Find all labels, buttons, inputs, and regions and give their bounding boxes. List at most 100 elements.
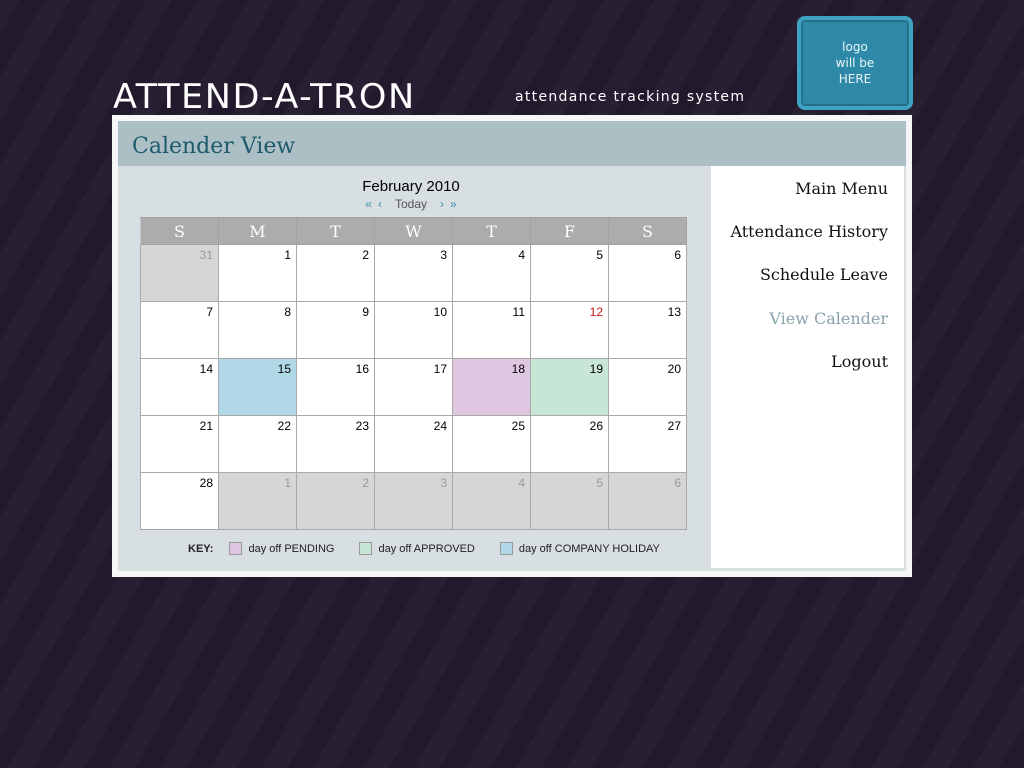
calendar-day-cell[interactable]: 28 bbox=[140, 472, 219, 530]
calendar-day-number: 6 bbox=[674, 248, 681, 262]
calendar-day-cell[interactable]: 26 bbox=[530, 415, 609, 473]
calendar-day-cell[interactable]: 18 bbox=[452, 358, 531, 416]
calendar-day-cell[interactable]: 11 bbox=[452, 301, 531, 359]
calendar-day-cell[interactable]: 20 bbox=[608, 358, 687, 416]
calendar-day-number: 3 bbox=[440, 476, 447, 490]
calendar-day-number: 5 bbox=[596, 248, 603, 262]
calendar-month-label: February 2010 bbox=[362, 178, 460, 195]
calendar-day-number: 17 bbox=[433, 362, 447, 376]
nav-view-calender[interactable]: View Calender bbox=[769, 309, 888, 328]
calendar-day-cell[interactable]: 1 bbox=[218, 244, 297, 302]
calendar-day-cell[interactable]: 12 bbox=[530, 301, 609, 359]
calendar-day-cell[interactable]: 7 bbox=[140, 301, 219, 359]
calendar-day-number: 3 bbox=[440, 248, 447, 262]
today-button[interactable]: Today bbox=[395, 197, 427, 211]
calendar-week-row: 7 8 9 10 11 12 13 bbox=[140, 301, 687, 359]
calendar-day-cell[interactable]: 5 bbox=[530, 244, 609, 302]
calendar-day-number: 22 bbox=[277, 419, 291, 433]
calendar-day-cell[interactable]: 14 bbox=[140, 358, 219, 416]
nav-logout[interactable]: Logout bbox=[831, 352, 888, 371]
calendar-day-number: 2 bbox=[362, 476, 369, 490]
pending-swatch bbox=[229, 542, 243, 555]
calendar-day-cell[interactable]: 13 bbox=[608, 301, 687, 359]
calendar-day-number: 11 bbox=[512, 305, 525, 319]
key-item-approved: day off APPROVED bbox=[359, 542, 475, 555]
weekday-header: T bbox=[452, 217, 531, 245]
holiday-swatch bbox=[499, 542, 513, 555]
calendar-day-number: 1 bbox=[284, 248, 291, 262]
key-label: KEY: bbox=[188, 542, 214, 555]
weekday-header: T bbox=[296, 217, 375, 245]
weekday-header-row: SMTWTFS bbox=[140, 217, 687, 245]
page-title: Calender View bbox=[132, 134, 296, 159]
brand-name: ATTEND-A-TRON bbox=[113, 77, 416, 117]
brand-tagline: attendance tracking system bbox=[515, 89, 746, 105]
calendar-day-number: 6 bbox=[674, 476, 681, 490]
calendar-day-cell[interactable]: 19 bbox=[530, 358, 609, 416]
calendar-day-cell[interactable]: 31 bbox=[140, 244, 219, 302]
calendar-day-cell[interactable]: 15 bbox=[218, 358, 297, 416]
calendar-day-number: 23 bbox=[355, 419, 369, 433]
calendar-day-number: 16 bbox=[355, 362, 369, 376]
calendar-day-number: 26 bbox=[589, 419, 603, 433]
key-item-label: day off COMPANY HOLIDAY bbox=[518, 542, 660, 555]
calendar-day-number: 5 bbox=[596, 476, 603, 490]
weekday-header: F bbox=[530, 217, 609, 245]
key-item-label: day off APPROVED bbox=[378, 542, 475, 555]
calendar-day-cell[interactable]: 23 bbox=[296, 415, 375, 473]
prev-month-button[interactable]: ‹ bbox=[378, 197, 382, 211]
calendar-day-number: 13 bbox=[667, 305, 681, 319]
sidebar-nav: Main Menu Attendance History Schedule Le… bbox=[711, 166, 904, 568]
calendar-day-cell[interactable]: 2 bbox=[296, 244, 375, 302]
weekday-header: M bbox=[218, 217, 297, 245]
calendar-day-cell[interactable]: 8 bbox=[218, 301, 297, 359]
calendar-day-number: 24 bbox=[433, 419, 447, 433]
calendar-day-number: 8 bbox=[284, 305, 291, 319]
calendar-day-cell[interactable]: 24 bbox=[374, 415, 453, 473]
calendar-day-cell[interactable]: 9 bbox=[296, 301, 375, 359]
calendar-day-cell[interactable]: 21 bbox=[140, 415, 219, 473]
calendar-day-cell[interactable]: 6 bbox=[608, 472, 687, 530]
calendar-day-cell[interactable]: 2 bbox=[296, 472, 375, 530]
main-panel: Calender View February 2010 «‹ Today ›» SM… bbox=[112, 115, 912, 577]
calendar-day-cell[interactable]: 3 bbox=[374, 244, 453, 302]
first-month-button[interactable]: « bbox=[365, 197, 372, 211]
calendar-day-cell[interactable]: 5 bbox=[530, 472, 609, 530]
calendar-day-number: 28 bbox=[199, 476, 213, 490]
calendar-day-cell[interactable]: 25 bbox=[452, 415, 531, 473]
last-month-button[interactable]: » bbox=[450, 197, 457, 211]
calendar-day-cell[interactable]: 10 bbox=[374, 301, 453, 359]
calendar-day-cell[interactable]: 16 bbox=[296, 358, 375, 416]
calendar-day-cell[interactable]: 17 bbox=[374, 358, 453, 416]
calendar-day-cell[interactable]: 4 bbox=[452, 472, 531, 530]
next-month-button[interactable]: › bbox=[440, 197, 444, 211]
logo-placeholder: logo will be HERE bbox=[797, 16, 913, 110]
calendar-day-cell[interactable]: 6 bbox=[608, 244, 687, 302]
weekday-header: S bbox=[608, 217, 687, 245]
calendar-day-number: 12 bbox=[589, 305, 603, 319]
calendar-day-number: 14 bbox=[199, 362, 213, 376]
calendar-day-number: 31 bbox=[199, 248, 213, 262]
calendar-day-number: 4 bbox=[518, 476, 525, 490]
nav-main-menu[interactable]: Main Menu bbox=[795, 179, 888, 198]
key-item-holiday: day off COMPANY HOLIDAY bbox=[499, 542, 660, 555]
calendar-nav: « ‹ Today › » bbox=[124, 197, 698, 211]
calendar-grid: SMTWTFS 31 1 2 3 4 5 6 7 8 9 10 11 12 13 14 15 16 17 18 19 2… bbox=[140, 217, 687, 530]
calendar-day-cell[interactable]: 22 bbox=[218, 415, 297, 473]
calendar-day-cell[interactable]: 1 bbox=[218, 472, 297, 530]
weekday-header: W bbox=[374, 217, 453, 245]
calendar-week-row: 21 22 23 24 25 26 27 bbox=[140, 415, 687, 473]
key-item-label: day off PENDING bbox=[248, 542, 335, 555]
calendar-day-cell[interactable]: 3 bbox=[374, 472, 453, 530]
calendar-week-row: 14 15 16 17 18 19 20 bbox=[140, 358, 687, 416]
nav-schedule-leave[interactable]: Schedule Leave bbox=[760, 265, 888, 284]
calendar-day-number: 9 bbox=[362, 305, 369, 319]
calendar-day-cell[interactable]: 27 bbox=[608, 415, 687, 473]
calendar-day-number: 4 bbox=[518, 248, 525, 262]
calendar-day-number: 21 bbox=[199, 419, 213, 433]
calendar-day-number: 1 bbox=[284, 476, 291, 490]
calendar-day-cell[interactable]: 4 bbox=[452, 244, 531, 302]
calendar-day-number: 2 bbox=[362, 248, 369, 262]
calendar-day-number: 7 bbox=[206, 305, 213, 319]
nav-attendance-history[interactable]: Attendance History bbox=[730, 222, 888, 241]
